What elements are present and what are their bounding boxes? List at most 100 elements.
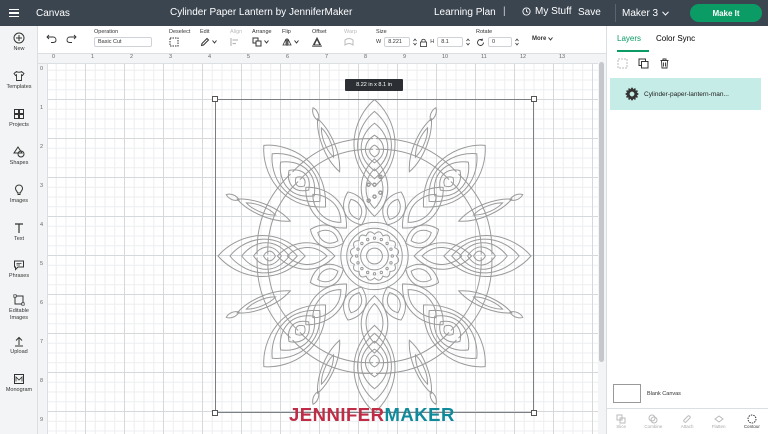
operation-group: Operation Basic Cut [94, 29, 152, 47]
sidebar-label: Monogram [5, 387, 33, 393]
selection-box[interactable] [212, 96, 537, 416]
blank-canvas-row[interactable]: Blank Canvas [613, 384, 681, 403]
sidebar-item-shapes[interactable]: Shapes [0, 146, 38, 167]
offset-icon [312, 37, 322, 47]
sidebar-item-upload[interactable]: Upload [0, 335, 38, 356]
flatten-button[interactable]: Flatten [712, 414, 726, 429]
duplicate-icon[interactable] [638, 58, 649, 69]
height-label: H [430, 39, 435, 45]
redo-icon [66, 34, 77, 43]
machine-label: Maker 3 [622, 7, 659, 19]
operation-select[interactable]: Basic Cut [94, 37, 152, 47]
ruler-left-tick: 3 [40, 183, 44, 189]
clock-icon [522, 7, 531, 16]
rotate-icon [477, 38, 484, 46]
make-it-button[interactable]: Make It [690, 4, 762, 22]
attach-label: Attach [680, 424, 694, 429]
resize-handle[interactable] [212, 96, 218, 102]
height-input[interactable]: 8.1 [437, 37, 464, 47]
layer-actions [617, 58, 670, 69]
offset-group[interactable]: Offset [312, 29, 327, 47]
ruler-top-tick: 12 [520, 54, 527, 60]
more-label: More [532, 36, 547, 42]
my-stuff-button[interactable]: My Stuff [522, 6, 572, 17]
warp-group[interactable]: Warp [344, 29, 357, 47]
deselect-group[interactable]: Deselect [169, 29, 190, 47]
machine-select[interactable]: Maker 3 [615, 4, 675, 22]
ruler-left-tick: 6 [40, 300, 44, 306]
grid-icon [14, 109, 24, 119]
sidebar-item-phrases[interactable]: Phrases [0, 259, 38, 280]
menu-icon[interactable] [0, 0, 28, 26]
sidebar-item-monogram[interactable]: Monogram [0, 373, 38, 394]
rotate-group: Rotate 0 [476, 29, 519, 47]
group-icon[interactable] [617, 58, 628, 69]
arrange-group[interactable]: Arrange [252, 29, 272, 47]
project-title[interactable]: Cylinder Paper Lantern by JenniferMaker [170, 7, 352, 18]
edit-group[interactable]: Edit [200, 29, 217, 47]
sidebar-item-new[interactable]: New [0, 32, 38, 53]
attach-button[interactable]: Attach [680, 414, 694, 429]
text-icon [15, 223, 23, 233]
ruler-top-tick: 13 [559, 54, 566, 60]
stepper-icon[interactable] [413, 38, 417, 46]
ruler-top-tick: 8 [364, 54, 368, 60]
scrollbar-thumb[interactable] [599, 62, 604, 362]
redo-button[interactable] [66, 34, 77, 45]
resize-handle[interactable] [531, 96, 537, 102]
chevron-down-icon [264, 40, 269, 44]
sidebar-item-text[interactable]: Text [0, 222, 38, 243]
save-button[interactable]: Save [578, 7, 601, 18]
flip-group[interactable]: Flip [282, 29, 299, 47]
sidebar-label: Templates [6, 84, 32, 90]
stepper-icon[interactable] [466, 38, 470, 46]
sidebar-item-projects[interactable]: Projects [0, 108, 38, 129]
chevron-down-icon [662, 10, 669, 16]
contour-button[interactable]: Contour [744, 414, 760, 429]
trash-icon[interactable] [659, 58, 670, 69]
tab-color-sync[interactable]: Color Sync [656, 26, 695, 52]
ruler-top-tick: 0 [52, 54, 56, 60]
deselect-label: Deselect [169, 29, 191, 35]
attach-icon [683, 415, 691, 423]
stepper-icon[interactable] [515, 38, 519, 46]
watermark-part2: MAKER [384, 404, 455, 425]
warp-icon [344, 38, 354, 46]
sidebar-item-templates[interactable]: Templates [0, 70, 38, 91]
undo-button[interactable] [46, 34, 57, 45]
header-separator: | [503, 6, 506, 17]
lock-icon[interactable] [420, 38, 428, 47]
edit-label: Edit [200, 29, 210, 35]
resize-handle[interactable] [531, 410, 537, 416]
left-sidebar: New Templates Projects Shapes Images Tex… [0, 26, 38, 434]
sidebar-item-images[interactable]: Images [0, 184, 38, 205]
plus-icon [13, 32, 25, 44]
rotate-value: 0 [492, 39, 496, 45]
resize-handle[interactable] [212, 410, 218, 416]
rotate-input[interactable]: 0 [488, 37, 512, 47]
more-button[interactable]: More [532, 36, 554, 42]
sidebar-label: Editable Images [9, 308, 29, 321]
shirt-icon [13, 70, 25, 81]
ruler-left-tick: 7 [40, 339, 44, 345]
arrange-icon [252, 37, 262, 47]
layer-item[interactable]: Cylinder-paper-lantern-man... [610, 78, 761, 110]
mandala-design[interactable] [216, 100, 533, 412]
align-group[interactable]: Align [230, 29, 242, 47]
operation-value: Basic Cut [98, 39, 122, 45]
blank-canvas-swatch[interactable] [613, 384, 641, 403]
sidebar-label: New [13, 46, 25, 52]
bulb-icon [14, 184, 24, 195]
pen-icon [200, 37, 210, 47]
shapes-icon [13, 146, 25, 158]
tab-layers[interactable]: Layers [617, 26, 649, 52]
width-input[interactable]: 8.221 [384, 37, 411, 47]
ruler-top-tick: 6 [286, 54, 290, 60]
vertical-scrollbar[interactable] [598, 54, 606, 434]
ruler-top-tick: 11 [481, 54, 487, 60]
flip-icon [282, 38, 292, 46]
sidebar-item-editable-images[interactable]: Editable Images [0, 294, 38, 322]
slice-button[interactable]: Slice [616, 414, 626, 429]
combine-button[interactable]: Combine [644, 414, 662, 429]
learning-plan-link[interactable]: Learning Plan [434, 7, 496, 18]
